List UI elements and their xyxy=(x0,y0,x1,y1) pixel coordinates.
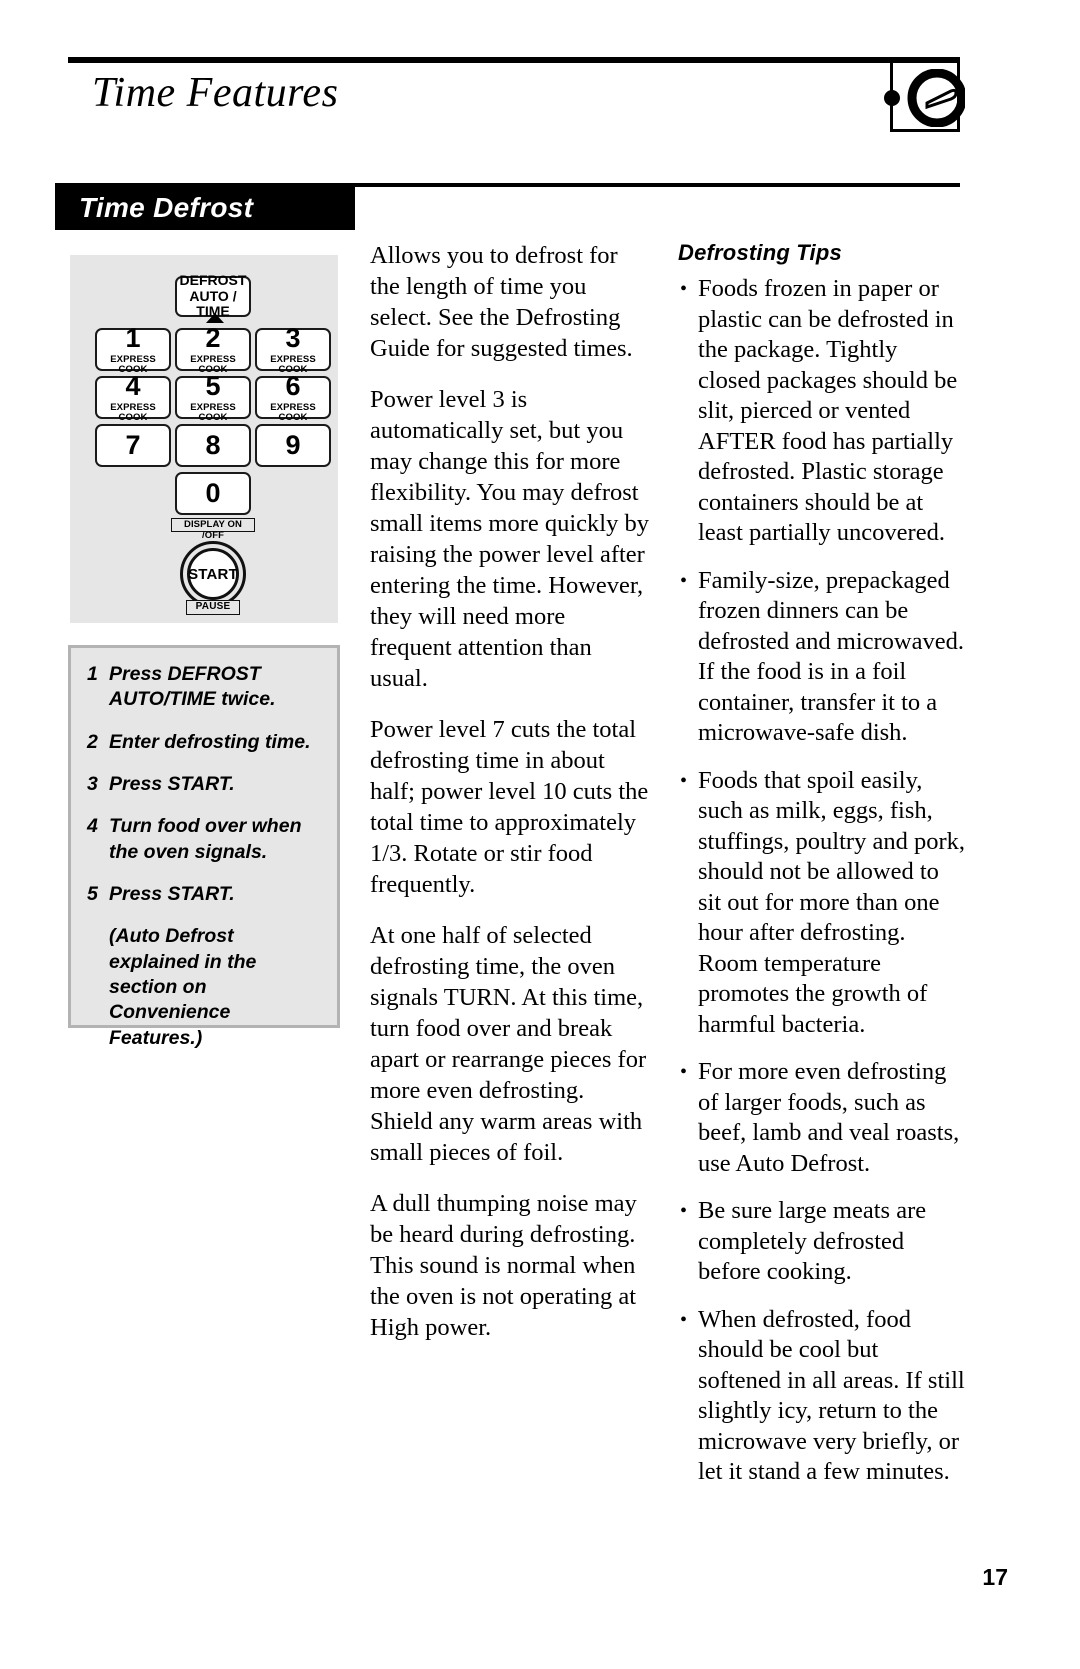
bullet-icon: • xyxy=(680,1308,688,1331)
tip-text: Family-size, prepackaged frozen dinners … xyxy=(698,566,964,747)
keypad-diagram: DEFROST AUTO / TIME 1 EXPRESS COOK 2 EXP… xyxy=(70,255,338,623)
header-rule xyxy=(68,57,960,63)
instruction-step: 5 Press START. xyxy=(87,882,327,907)
badge-dot xyxy=(884,90,900,106)
body-paragraph: Allows you to defrost for the length of … xyxy=(370,242,633,362)
dial-glyph xyxy=(907,69,965,127)
key-number: 1 xyxy=(125,323,141,353)
step-text: Press DEFROST AUTO/TIME twice. xyxy=(109,663,276,711)
document-page: Time Features Time Defrost DEFROST AUTO … xyxy=(0,0,1080,1669)
page-number: 17 xyxy=(982,1564,1008,1590)
tip-item: • Foods that spoil easily, such as milk,… xyxy=(678,766,966,1041)
tips-heading: Defrosting Tips xyxy=(678,240,842,265)
keypad-key-5[interactable]: 5 EXPRESS COOK xyxy=(175,371,251,423)
defrosting-tips-column: Defrosting Tips • Foods frozen in paper … xyxy=(678,240,966,1505)
keypad-key-2[interactable]: 2 EXPRESS COOK xyxy=(175,323,251,374)
keypad-key-3[interactable]: 3 EXPRESS COOK xyxy=(255,323,331,374)
tip-item: • Foods frozen in paper or plastic can b… xyxy=(678,274,966,549)
tip-text: Foods frozen in paper or plastic can be … xyxy=(698,275,958,546)
tip-item: • Family-size, prepackaged frozen dinner… xyxy=(678,566,966,749)
instruction-steps-list: 1 Press DEFROST AUTO/TIME twice. 2 Enter… xyxy=(87,662,327,1051)
step-number: 1 xyxy=(87,663,98,685)
key-number: 5 xyxy=(205,371,221,401)
display-on-off-label[interactable]: DISPLAY ON /OFF xyxy=(171,518,255,541)
keypad-key-9[interactable]: 9 xyxy=(255,424,331,467)
bullet-icon: • xyxy=(680,569,688,592)
step-number: 3 xyxy=(87,773,98,796)
tip-text: When defrosted, food should be cool but … xyxy=(698,1305,965,1486)
body-paragraph: At one half of selected defrosting time,… xyxy=(370,922,647,1166)
key-number: 4 xyxy=(125,371,141,401)
bullet-icon: • xyxy=(680,1061,688,1083)
bullet-icon: • xyxy=(680,769,688,792)
step-number: 4 xyxy=(87,815,98,838)
key-sublabel: EXPRESS COOK xyxy=(270,402,316,423)
pause-label[interactable]: PAUSE xyxy=(186,600,240,615)
body-paragraph: Power level 7 cuts the total defrosting … xyxy=(370,716,649,898)
instruction-step: 4 Turn food over when the oven signals. xyxy=(87,814,327,865)
keypad-key-1[interactable]: 1 EXPRESS COOK xyxy=(95,323,171,374)
middle-text-column: Allows you to defrost for the length of … xyxy=(370,240,650,1363)
tip-item: • For more even defrosting of larger foo… xyxy=(678,1057,966,1179)
keypad-key-8[interactable]: 8 xyxy=(175,424,251,467)
key-number: 9 xyxy=(285,430,301,460)
step-number: 5 xyxy=(87,883,98,906)
tip-item: • When defrosted, food should be cool bu… xyxy=(678,1305,966,1488)
body-paragraph: A dull thumping noise may be heard durin… xyxy=(370,1190,637,1341)
key-number: 3 xyxy=(285,323,301,353)
tip-text: Foods that spoil easily, such as milk, e… xyxy=(698,766,965,1038)
start-button[interactable]: START xyxy=(180,541,246,607)
defrost-key-pointer-icon xyxy=(206,313,224,323)
key-number: 2 xyxy=(205,323,221,353)
keypad-key-7[interactable]: 7 xyxy=(95,424,171,467)
page-title: Time Features xyxy=(92,70,339,116)
key-number: 6 xyxy=(285,371,301,401)
microwave-dial-icon xyxy=(884,60,965,132)
body-paragraph: Power level 3 is automatically set, but … xyxy=(370,386,649,692)
tip-text: For more even defrosting of larger foods… xyxy=(698,1058,960,1177)
step-number: 2 xyxy=(87,730,98,753)
defrost-key-line1: DEFROST xyxy=(179,272,247,288)
bullet-icon: • xyxy=(680,1200,688,1222)
key-number: 0 xyxy=(205,478,221,508)
key-number: 8 xyxy=(205,430,221,460)
start-button-label: START xyxy=(187,548,239,600)
keypad-key-6[interactable]: 6 EXPRESS COOK xyxy=(255,371,331,423)
tip-text: Be sure large meats are completely defro… xyxy=(698,1197,927,1285)
section-title-bar: Time Defrost xyxy=(55,186,355,230)
section-title: Time Defrost xyxy=(79,192,254,223)
key-number: 7 xyxy=(125,430,141,460)
instruction-step: 1 Press DEFROST AUTO/TIME twice. xyxy=(87,662,327,713)
key-sublabel: EXPRESS COOK xyxy=(110,402,156,423)
step-text: Press START. xyxy=(109,883,235,906)
step-text: Press START. xyxy=(109,773,235,796)
tip-item: • Be sure large meats are completely def… xyxy=(678,1196,966,1288)
key-sublabel: EXPRESS COOK xyxy=(190,402,236,423)
keypad-key-4[interactable]: 4 EXPRESS COOK xyxy=(95,371,171,423)
step-text: Enter defrosting time. xyxy=(109,730,311,753)
instruction-step: 3 Press START. xyxy=(87,772,327,797)
keypad-key-0[interactable]: 0 xyxy=(175,472,251,515)
step-text: Turn food over when the oven signals. xyxy=(109,815,302,863)
bullet-icon: • xyxy=(680,278,688,300)
instruction-step: 2 Enter defrosting time. xyxy=(87,730,327,755)
defrost-auto-time-key[interactable]: DEFROST AUTO / TIME xyxy=(175,272,251,319)
instruction-steps-note: (Auto Defrost explained in the section o… xyxy=(109,925,257,1049)
instruction-steps-box: 1 Press DEFROST AUTO/TIME twice. 2 Enter… xyxy=(68,645,340,1049)
